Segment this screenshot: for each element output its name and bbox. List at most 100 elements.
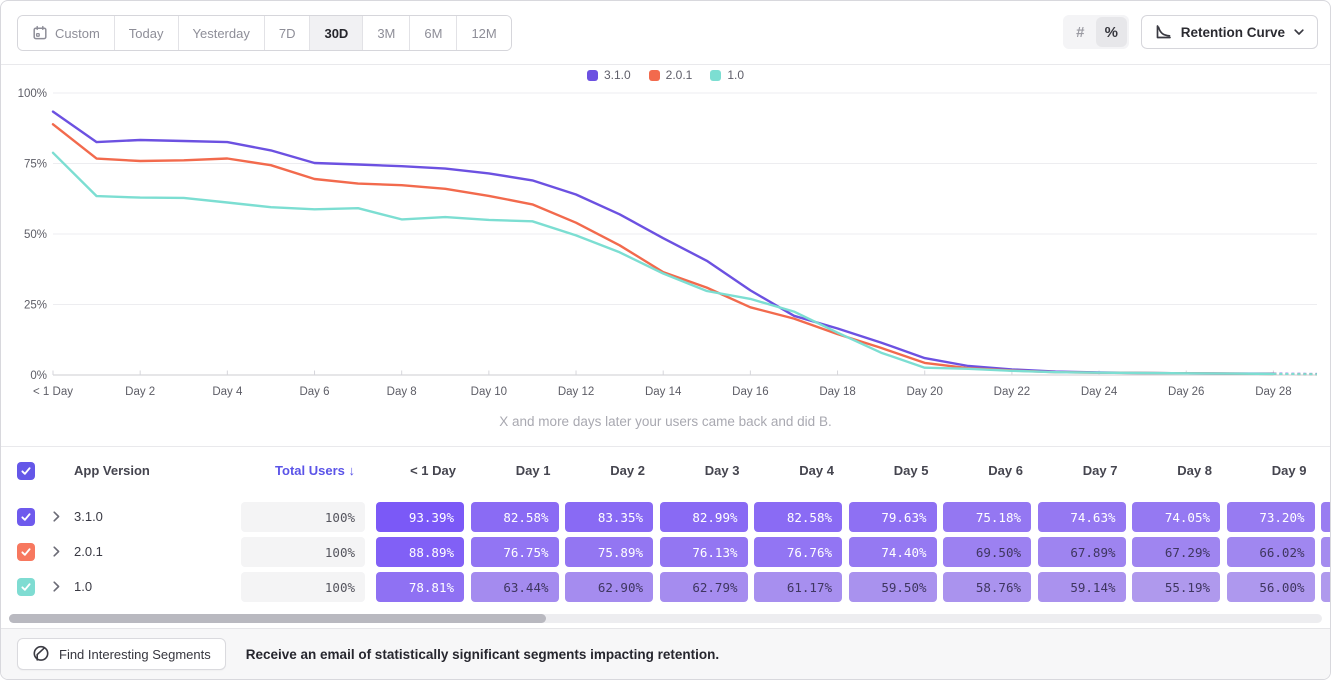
date-range-label: 7D [279,26,296,41]
x-axis-label: Day 2 [125,386,155,398]
date-range-yesterday[interactable]: Yesterday [178,16,264,50]
retention-cell-partial[interactable] [1321,537,1331,567]
retention-chart: 3.1.02.0.11.0 100%75%50%25%0%< 1 DayDay … [1,65,1330,437]
retention-cell[interactable]: 62.79% [660,572,748,602]
row-expand-chevron[interactable] [53,546,60,557]
retention-cell[interactable]: 56.00% [1227,572,1315,602]
x-axis-label: Day 18 [819,386,855,398]
column-header-day-5: Day 5 [849,463,929,478]
row-checkbox-1-0[interactable] [17,578,35,596]
retention-cell[interactable]: 82.99% [660,502,748,532]
x-axis-label: Day 28 [1255,386,1291,398]
chart-type-label: Retention Curve [1181,25,1285,40]
date-range-label: Custom [55,26,100,41]
retention-cell[interactable]: 74.63% [1038,502,1126,532]
chart-type-dropdown[interactable]: Retention Curve [1141,15,1318,49]
retention-cell[interactable]: 82.58% [471,502,559,532]
x-axis-label: Day 20 [907,386,943,398]
check-icon [20,511,32,523]
series-line-2-0-1 [53,124,1273,374]
y-axis-label: 100% [18,88,47,100]
retention-cell[interactable]: 67.29% [1132,537,1220,567]
total-users-cell: 100% [241,537,365,567]
retention-cell[interactable]: 67.89% [1038,537,1126,567]
x-axis-label: Day 6 [299,386,329,398]
retention-cell[interactable]: 76.13% [660,537,748,567]
retention-cell[interactable]: 62.90% [565,572,653,602]
retention-cell[interactable]: 69.50% [943,537,1031,567]
chevron-right-icon [53,546,60,557]
retention-cell[interactable]: 88.89% [376,537,464,567]
retention-cell[interactable]: 61.17% [754,572,842,602]
find-interesting-segments-button[interactable]: Find Interesting Segments [17,638,226,670]
x-axis-label: < 1 Day [33,386,73,398]
series-line-3-1-0 [53,112,1273,374]
retention-report-panel: Custom Today Yesterday 7D 30D 3M 6M 12M #% Rete… [0,0,1331,680]
row-checkbox-3-1-0[interactable] [17,508,35,526]
retention-cell[interactable]: 59.50% [849,572,937,602]
row-expand-chevron[interactable] [53,581,60,592]
date-range-6m[interactable]: 6M [409,16,456,50]
retention-cell[interactable]: 79.63% [849,502,937,532]
row-label-2-0-1: 2.0.1 [74,544,103,559]
x-axis-label: Day 24 [1081,386,1118,398]
column-header-day-1: Day 1 [471,463,551,478]
column-header-day-8: Day 8 [1132,463,1212,478]
row-label-1-0: 1.0 [74,579,92,594]
chart-subtitle: X and more days later your users came ba… [1,414,1330,429]
date-range-30d[interactable]: 30D [309,16,362,50]
retention-cell[interactable]: 76.75% [471,537,559,567]
x-axis-label: Day 26 [1168,386,1204,398]
date-range-label: 6M [424,26,442,41]
column-header-app-version: App Version [74,463,150,478]
toolbar: Custom Today Yesterday 7D 30D 3M 6M 12M #% Rete… [1,1,1330,65]
retention-cell[interactable]: 75.18% [943,502,1031,532]
series-line-1-0 [53,153,1273,374]
column-header-total-users[interactable]: Total Users ↓ [241,463,355,478]
y-axis-label: 0% [30,370,47,382]
footer-note: Receive an email of statistically signif… [246,647,719,662]
y-axis-label: 75% [24,159,47,171]
retention-cell[interactable]: 93.39% [376,502,464,532]
calendar-icon [32,25,48,41]
date-range-12m[interactable]: 12M [456,16,510,50]
retention-cell[interactable]: 76.76% [754,537,842,567]
retention-cell[interactable]: 58.76% [943,572,1031,602]
retention-cell[interactable]: 82.58% [754,502,842,532]
date-range-7d[interactable]: 7D [264,16,310,50]
row-checkbox-2-0-1[interactable] [17,543,35,561]
date-range-custom[interactable]: Custom [18,16,114,50]
retention-cell[interactable]: 75.89% [565,537,653,567]
retention-cell-partial[interactable] [1321,572,1331,602]
x-axis-label: Day 12 [558,386,594,398]
date-range-today[interactable]: Today [114,16,178,50]
retention-cell[interactable]: 83.35% [565,502,653,532]
row-expand-chevron[interactable] [53,511,60,522]
percentage-toggle[interactable]: % [1096,17,1127,47]
retention-cell[interactable]: 55.19% [1132,572,1220,602]
find-interesting-segments-label: Find Interesting Segments [59,647,211,662]
retention-cell[interactable]: 74.05% [1132,502,1220,532]
retention-cell[interactable]: 73.20% [1227,502,1315,532]
date-range-label: 30D [324,26,348,41]
chevron-right-icon [53,511,60,522]
select-all-checkbox[interactable] [17,462,35,480]
column-header-day-3: Day 3 [660,463,740,478]
retention-cell[interactable]: 63.44% [471,572,559,602]
date-range-label: Yesterday [193,26,250,41]
retention-table: App VersionTotal Users ↓< 1 DayDay 1Day … [1,446,1330,615]
date-range-3m[interactable]: 3M [362,16,409,50]
horizontal-scrollbar-track[interactable] [9,614,1322,623]
horizontal-scrollbar-thumb[interactable] [9,614,546,623]
retention-cell[interactable]: 78.81% [376,572,464,602]
retention-cell[interactable]: 74.40% [849,537,937,567]
retention-cell[interactable]: 66.02% [1227,537,1315,567]
retention-cell[interactable]: 59.14% [1038,572,1126,602]
retention-curve-plot: 100%75%50%25%0%< 1 DayDay 2Day 4Day 6Day… [1,65,1330,410]
x-axis-label: Day 4 [212,386,243,398]
absolute-numbers-toggle[interactable]: # [1065,17,1096,47]
retention-cell-partial[interactable] [1321,502,1331,532]
column-header-day-6: Day 6 [943,463,1023,478]
date-range-label: 3M [377,26,395,41]
total-users-cell: 100% [241,572,365,602]
